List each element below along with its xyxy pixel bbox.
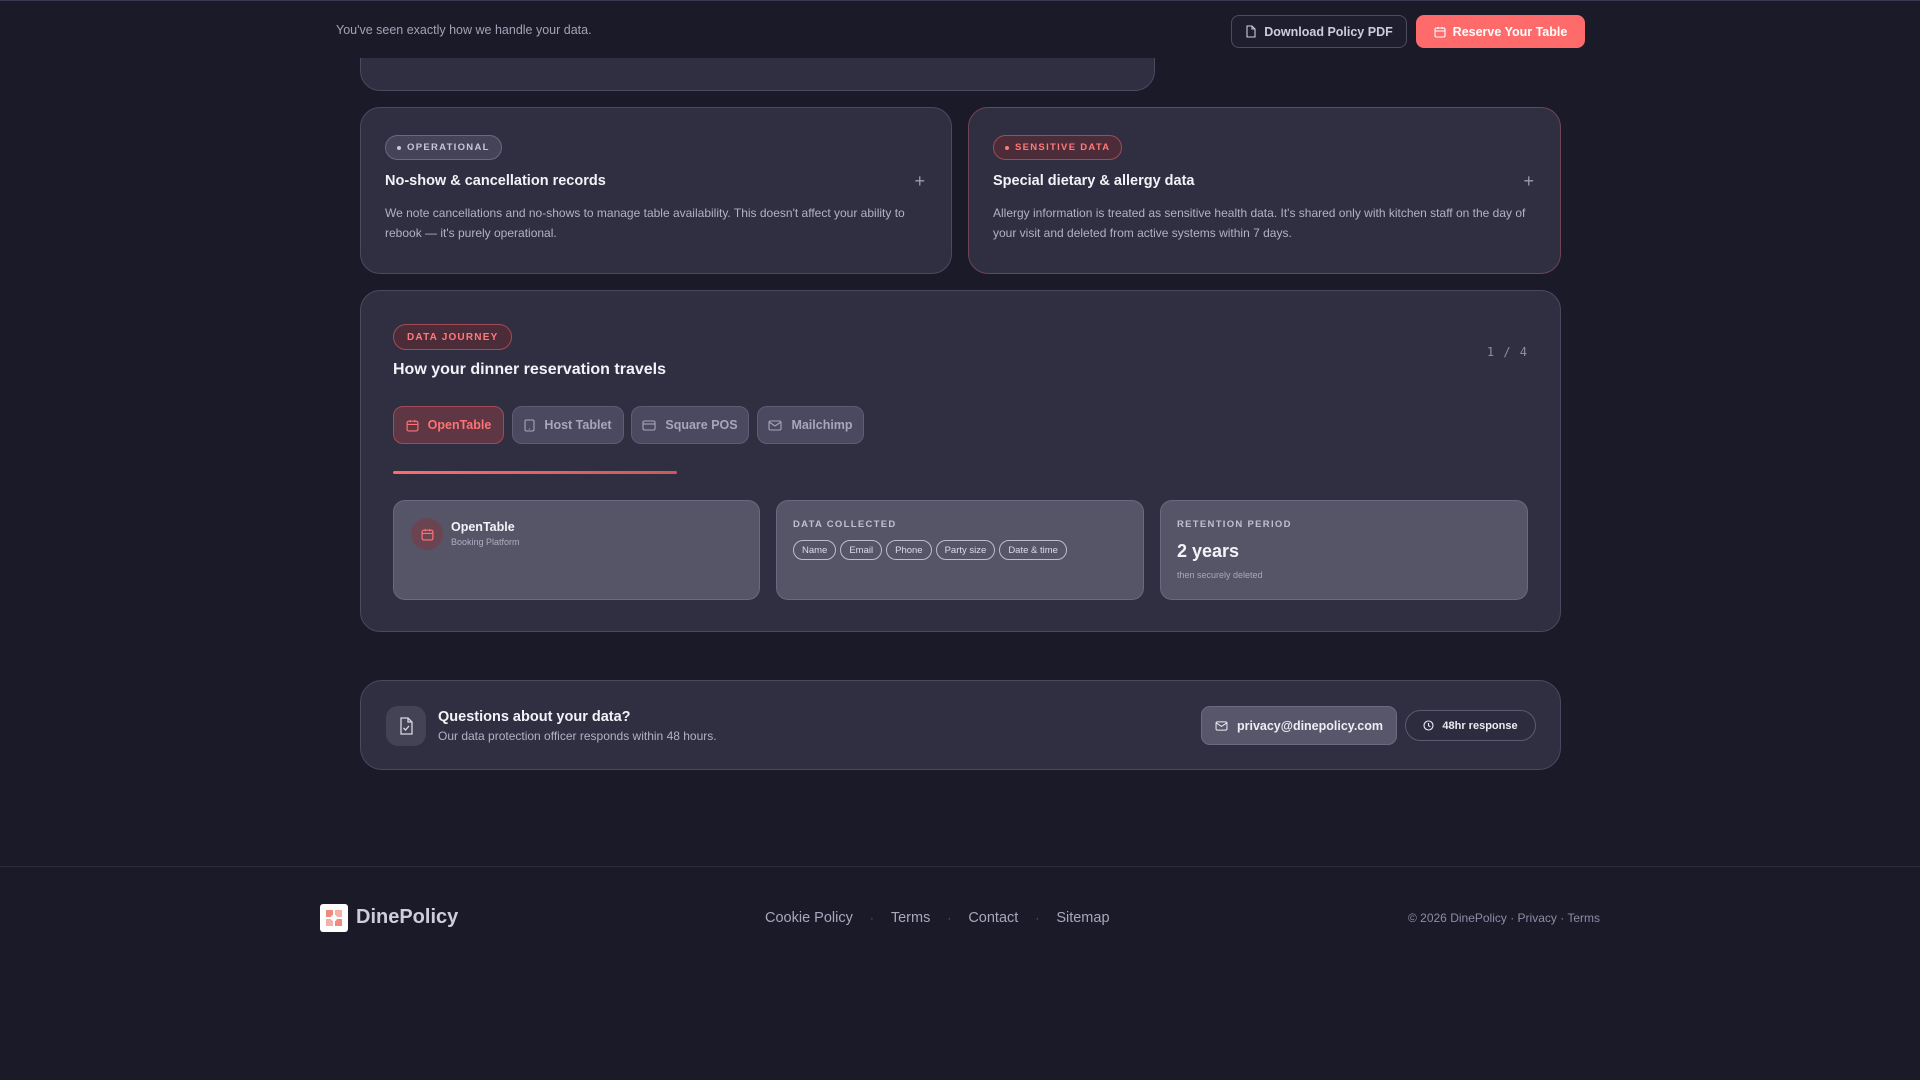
logo-icon[interactable] bbox=[320, 904, 348, 932]
tab-host-tablet[interactable]: Host Tablet bbox=[512, 406, 624, 444]
copyright: © 2026 DinePolicy · Privacy · Terms bbox=[1407, 911, 1600, 925]
reserve-table-label: Reserve Your Table bbox=[1452, 24, 1568, 39]
top-bar: You've seen exactly how we handle your d… bbox=[0, 0, 1920, 58]
data-chip: Date & time bbox=[999, 540, 1067, 560]
data-journey-badge: DATA JOURNEY bbox=[393, 324, 513, 350]
data-collected-label: DATA COLLECTED bbox=[793, 519, 897, 530]
footer-link-cookie-policy[interactable]: Cookie Policy bbox=[765, 910, 853, 926]
card-title: No-show & cancellation records bbox=[385, 173, 606, 189]
data-journey-card: DATA JOURNEY How your dinner reservation… bbox=[360, 290, 1561, 632]
tab-label: OpenTable bbox=[427, 418, 492, 432]
separator: · bbox=[1035, 911, 1040, 925]
contact-title: Questions about your data? bbox=[438, 709, 631, 725]
calendar-icon bbox=[1434, 26, 1446, 38]
data-chip: Party size bbox=[935, 540, 996, 560]
topbar-message: You've seen exactly how we handle your d… bbox=[336, 23, 592, 37]
journey-progress-fill bbox=[393, 471, 677, 474]
expand-plus-icon[interactable]: + bbox=[914, 172, 925, 190]
sensitive-data-badge: SENSITIVE DATA bbox=[993, 135, 1123, 160]
clock-icon bbox=[1423, 720, 1434, 731]
footer-link-sitemap[interactable]: Sitemap bbox=[1056, 910, 1109, 926]
tablet-icon bbox=[524, 418, 535, 432]
retention-value: 2 years bbox=[1177, 541, 1240, 561]
document-icon bbox=[1246, 25, 1256, 38]
document-check-icon bbox=[386, 706, 426, 746]
contact-subtitle: Our data protection officer responds wit… bbox=[438, 729, 717, 743]
tab-mailchimp[interactable]: Mailchimp bbox=[757, 406, 864, 444]
contact-card: Questions about your data? Our data prot… bbox=[360, 680, 1561, 770]
expand-plus-icon[interactable]: + bbox=[1523, 172, 1534, 190]
service-name: OpenTable bbox=[451, 520, 515, 534]
response-time-badge: 48hr response bbox=[1405, 710, 1536, 741]
credit-card-icon bbox=[642, 419, 656, 431]
tab-square-pos[interactable]: Square POS bbox=[631, 406, 749, 444]
data-journey-title: How your dinner reservation travels bbox=[393, 361, 666, 378]
tab-label: Host Tablet bbox=[544, 418, 612, 432]
footer-link-terms[interactable]: Terms bbox=[891, 910, 930, 926]
sensitive-data-card[interactable]: SENSITIVE DATA Special dietary & allergy… bbox=[968, 107, 1561, 274]
calendar-icon bbox=[411, 518, 443, 550]
data-chip: Phone bbox=[886, 540, 932, 560]
footer-link-contact[interactable]: Contact bbox=[968, 910, 1018, 926]
data-chip: Name bbox=[793, 540, 837, 560]
separator: · bbox=[869, 911, 874, 925]
operational-badge: OPERATIONAL bbox=[385, 135, 502, 160]
card-title: Special dietary & allergy data bbox=[993, 173, 1195, 189]
retention-label: RETENTION PERIOD bbox=[1177, 519, 1292, 530]
reserve-table-button[interactable]: Reserve Your Table bbox=[1416, 15, 1585, 48]
brand-name[interactable]: DinePolicy bbox=[356, 906, 458, 929]
operational-card[interactable]: OPERATIONAL No-show & cancellation recor… bbox=[360, 107, 952, 274]
download-policy-button[interactable]: Download Policy PDF bbox=[1231, 15, 1407, 48]
tab-label: Mailchimp bbox=[791, 418, 853, 432]
service-type: Booking Platform bbox=[451, 537, 520, 547]
service-panel: OpenTable Booking Platform bbox=[393, 500, 760, 600]
tab-opentable[interactable]: OpenTable bbox=[393, 406, 504, 444]
email-button[interactable]: privacy@dinepolicy.com bbox=[1201, 706, 1397, 745]
retention-note: then securely deleted bbox=[1177, 570, 1263, 580]
data-chip-list: Name Email Phone Party size Date & time bbox=[793, 540, 1067, 560]
journey-progress-bar bbox=[393, 471, 1529, 474]
download-policy-label: Download Policy PDF bbox=[1264, 24, 1393, 39]
separator: · bbox=[947, 911, 952, 925]
email-label: privacy@dinepolicy.com bbox=[1236, 718, 1384, 733]
footer-links: Cookie Policy · Terms · Contact · Sitema… bbox=[765, 910, 1110, 926]
data-collected-panel: DATA COLLECTED Name Email Phone Party si… bbox=[776, 500, 1144, 600]
tab-label: Square POS bbox=[665, 418, 738, 432]
footer: DinePolicy Cookie Policy · Terms · Conta… bbox=[0, 866, 1920, 1080]
data-chip: Email bbox=[840, 540, 883, 560]
mail-icon bbox=[1215, 720, 1228, 731]
response-time-label: 48hr response bbox=[1442, 719, 1518, 732]
retention-panel: RETENTION PERIOD 2 years then securely d… bbox=[1160, 500, 1528, 600]
calendar-icon bbox=[406, 419, 419, 432]
step-counter: 1 / 4 bbox=[1486, 345, 1528, 359]
mail-icon bbox=[768, 419, 782, 431]
card-description: We note cancellations and no-shows to ma… bbox=[385, 206, 905, 240]
card-description: Allergy information is treated as sensit… bbox=[993, 206, 1526, 240]
